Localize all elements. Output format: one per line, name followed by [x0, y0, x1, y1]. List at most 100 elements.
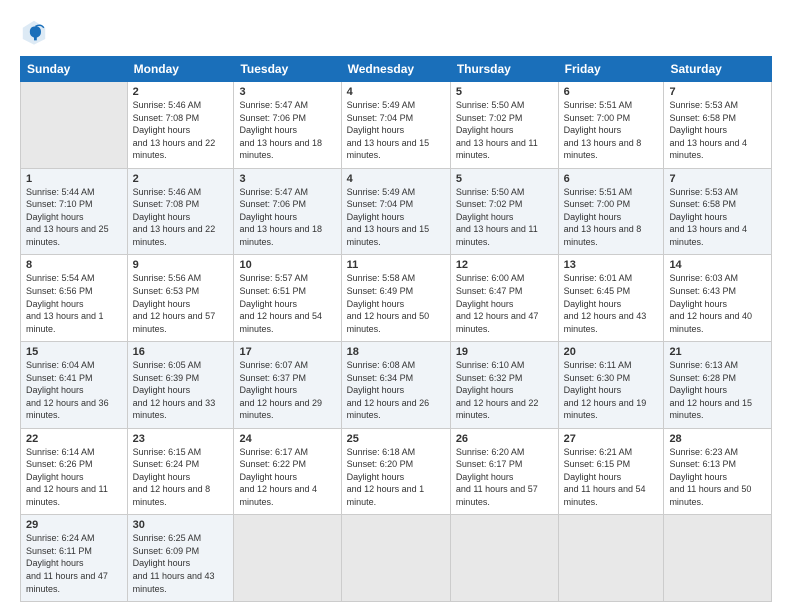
day-number: 25: [347, 433, 445, 445]
day-info: Sunrise: 5:50 AMSunset: 7:02 PMDaylight …: [456, 100, 538, 160]
day-info: Sunrise: 5:53 AMSunset: 6:58 PMDaylight …: [669, 100, 747, 160]
calendar-day-cell: 27Sunrise: 6:21 AMSunset: 6:15 PMDayligh…: [558, 428, 664, 515]
calendar-day-cell: 14Sunrise: 6:03 AMSunset: 6:43 PMDayligh…: [664, 255, 772, 342]
calendar-day-cell: 25 Sunrise: 6:18 AMSunset: 6:20 PMDayligh…: [341, 428, 450, 515]
calendar-day-cell: 8 Sunrise: 5:54 AMSunset: 6:56 PMDaylight…: [21, 255, 128, 342]
day-info: Sunrise: 5:49 AMSunset: 7:04 PMDaylight …: [347, 187, 430, 247]
logo: [20, 18, 52, 46]
day-info: Sunrise: 5:47 AMSunset: 7:06 PMDaylight …: [239, 100, 322, 160]
day-info: Sunrise: 6:14 AMSunset: 6:26 PMDaylight …: [26, 447, 108, 507]
calendar-week-row: 1Sunrise: 5:44 AMSunset: 7:10 PMDaylight…: [21, 168, 772, 255]
day-number: 30: [133, 519, 229, 531]
calendar-week-row: 22 Sunrise: 6:14 AMSunset: 6:26 PMDayligh…: [21, 428, 772, 515]
calendar-day-cell: 1Sunrise: 5:44 AMSunset: 7:10 PMDaylight…: [21, 168, 128, 255]
calendar-day-cell: [558, 515, 664, 602]
day-info: Sunrise: 6:20 AMSunset: 6:17 PMDaylight …: [456, 447, 538, 507]
day-number: 14: [669, 259, 766, 271]
day-info: Sunrise: 6:04 AMSunset: 6:41 PMDaylight …: [26, 360, 109, 420]
calendar-day-cell: 2Sunrise: 5:46 AMSunset: 7:08 PMDaylight…: [127, 82, 234, 169]
calendar-day-cell: [664, 515, 772, 602]
day-info: Sunrise: 5:46 AMSunset: 7:08 PMDaylight …: [133, 100, 216, 160]
day-info: Sunrise: 6:01 AMSunset: 6:45 PMDaylight …: [564, 273, 647, 333]
day-info: Sunrise: 6:24 AMSunset: 6:11 PMDaylight …: [26, 533, 108, 593]
day-number: 3: [239, 173, 335, 185]
calendar-day-cell: 9Sunrise: 5:56 AMSunset: 6:53 PMDaylight…: [127, 255, 234, 342]
day-info: Sunrise: 5:51 AMSunset: 7:00 PMDaylight …: [564, 187, 642, 247]
calendar-day-cell: 16Sunrise: 6:05 AMSunset: 6:39 PMDayligh…: [127, 341, 234, 428]
logo-icon: [20, 18, 48, 46]
day-info: Sunrise: 5:47 AMSunset: 7:06 PMDaylight …: [239, 187, 322, 247]
day-info: Sunrise: 5:54 AMSunset: 6:56 PMDaylight …: [26, 273, 104, 333]
calendar-day-cell: [341, 515, 450, 602]
day-number: 15: [26, 346, 122, 358]
calendar-day-cell: 21Sunrise: 6:13 AMSunset: 6:28 PMDayligh…: [664, 341, 772, 428]
day-info: Sunrise: 6:21 AMSunset: 6:15 PMDaylight …: [564, 447, 646, 507]
day-info: Sunrise: 6:11 AMSunset: 6:30 PMDaylight …: [564, 360, 647, 420]
calendar-day-cell: 17 Sunrise: 6:07 AMSunset: 6:37 PMDayligh…: [234, 341, 341, 428]
day-number: 7: [669, 86, 766, 98]
day-number: 5: [456, 86, 553, 98]
calendar-day-cell: 6Sunrise: 5:51 AMSunset: 7:00 PMDaylight…: [558, 82, 664, 169]
day-info: Sunrise: 5:57 AMSunset: 6:51 PMDaylight …: [239, 273, 322, 333]
calendar-day-cell: 6 Sunrise: 5:51 AMSunset: 7:00 PMDaylight…: [558, 168, 664, 255]
day-info: Sunrise: 6:23 AMSunset: 6:13 PMDaylight …: [669, 447, 751, 507]
calendar-day-cell: 24 Sunrise: 6:17 AMSunset: 6:22 PMDayligh…: [234, 428, 341, 515]
day-info: Sunrise: 6:05 AMSunset: 6:39 PMDaylight …: [133, 360, 216, 420]
day-number: 17: [239, 346, 335, 358]
calendar-week-row: 15 Sunrise: 6:04 AMSunset: 6:41 PMDayligh…: [21, 341, 772, 428]
day-number: 9: [133, 259, 229, 271]
calendar-day-cell: 10Sunrise: 5:57 AMSunset: 6:51 PMDayligh…: [234, 255, 341, 342]
day-info: Sunrise: 5:51 AMSunset: 7:00 PMDaylight …: [564, 100, 642, 160]
header-wednesday: Wednesday: [341, 57, 450, 82]
day-number: 12: [456, 259, 553, 271]
calendar-day-cell: [450, 515, 558, 602]
day-info: Sunrise: 5:58 AMSunset: 6:49 PMDaylight …: [347, 273, 430, 333]
day-number: 23: [133, 433, 229, 445]
day-number: 29: [26, 519, 122, 531]
calendar-day-cell: 15 Sunrise: 6:04 AMSunset: 6:41 PMDayligh…: [21, 341, 128, 428]
day-number: 13: [564, 259, 659, 271]
calendar-day-cell: 3 Sunrise: 5:47 AMSunset: 7:06 PMDaylight…: [234, 168, 341, 255]
day-number: 3: [239, 86, 335, 98]
day-number: 22: [26, 433, 122, 445]
day-info: Sunrise: 6:07 AMSunset: 6:37 PMDaylight …: [239, 360, 322, 420]
calendar-day-cell: 5Sunrise: 5:50 AMSunset: 7:02 PMDaylight…: [450, 168, 558, 255]
calendar-day-cell: 11 Sunrise: 5:58 AMSunset: 6:49 PMDayligh…: [341, 255, 450, 342]
day-info: Sunrise: 5:46 AMSunset: 7:08 PMDaylight …: [133, 187, 216, 247]
calendar-page: Sunday Monday Tuesday Wednesday Thursday…: [0, 0, 792, 612]
day-info: Sunrise: 5:44 AMSunset: 7:10 PMDaylight …: [26, 187, 109, 247]
day-number: 11: [347, 259, 445, 271]
calendar-day-cell: 7 Sunrise: 5:53 AMSunset: 6:58 PMDaylight…: [664, 82, 772, 169]
day-number: 5: [456, 173, 553, 185]
header: [20, 18, 772, 46]
calendar-day-cell: 2 Sunrise: 5:46 AMSunset: 7:08 PMDaylight…: [127, 168, 234, 255]
day-info: Sunrise: 6:00 AMSunset: 6:47 PMDaylight …: [456, 273, 539, 333]
calendar-day-cell: 19Sunrise: 6:10 AMSunset: 6:32 PMDayligh…: [450, 341, 558, 428]
header-monday: Monday: [127, 57, 234, 82]
day-info: Sunrise: 6:17 AMSunset: 6:22 PMDaylight …: [239, 447, 317, 507]
day-number: 8: [26, 259, 122, 271]
day-number: 4: [347, 173, 445, 185]
day-number: 2: [133, 173, 229, 185]
calendar-day-cell: 5 Sunrise: 5:50 AMSunset: 7:02 PMDaylight…: [450, 82, 558, 169]
calendar-day-cell: 22 Sunrise: 6:14 AMSunset: 6:26 PMDayligh…: [21, 428, 128, 515]
day-number: 4: [347, 86, 445, 98]
day-info: Sunrise: 6:15 AMSunset: 6:24 PMDaylight …: [133, 447, 211, 507]
day-number: 24: [239, 433, 335, 445]
day-info: Sunrise: 6:18 AMSunset: 6:20 PMDaylight …: [347, 447, 425, 507]
calendar-week-row: 2Sunrise: 5:46 AMSunset: 7:08 PMDaylight…: [21, 82, 772, 169]
day-number: 21: [669, 346, 766, 358]
calendar-table: Sunday Monday Tuesday Wednesday Thursday…: [20, 56, 772, 602]
calendar-day-cell: [21, 82, 128, 169]
calendar-day-cell: 20Sunrise: 6:11 AMSunset: 6:30 PMDayligh…: [558, 341, 664, 428]
header-tuesday: Tuesday: [234, 57, 341, 82]
calendar-week-row: 8 Sunrise: 5:54 AMSunset: 6:56 PMDaylight…: [21, 255, 772, 342]
day-number: 7: [669, 173, 766, 185]
day-info: Sunrise: 6:08 AMSunset: 6:34 PMDaylight …: [347, 360, 430, 420]
day-number: 6: [564, 173, 659, 185]
header-friday: Friday: [558, 57, 664, 82]
calendar-day-cell: 18Sunrise: 6:08 AMSunset: 6:34 PMDayligh…: [341, 341, 450, 428]
day-info: Sunrise: 5:49 AMSunset: 7:04 PMDaylight …: [347, 100, 430, 160]
header-sunday: Sunday: [21, 57, 128, 82]
calendar-day-cell: 29 Sunrise: 6:24 AMSunset: 6:11 PMDayligh…: [21, 515, 128, 602]
